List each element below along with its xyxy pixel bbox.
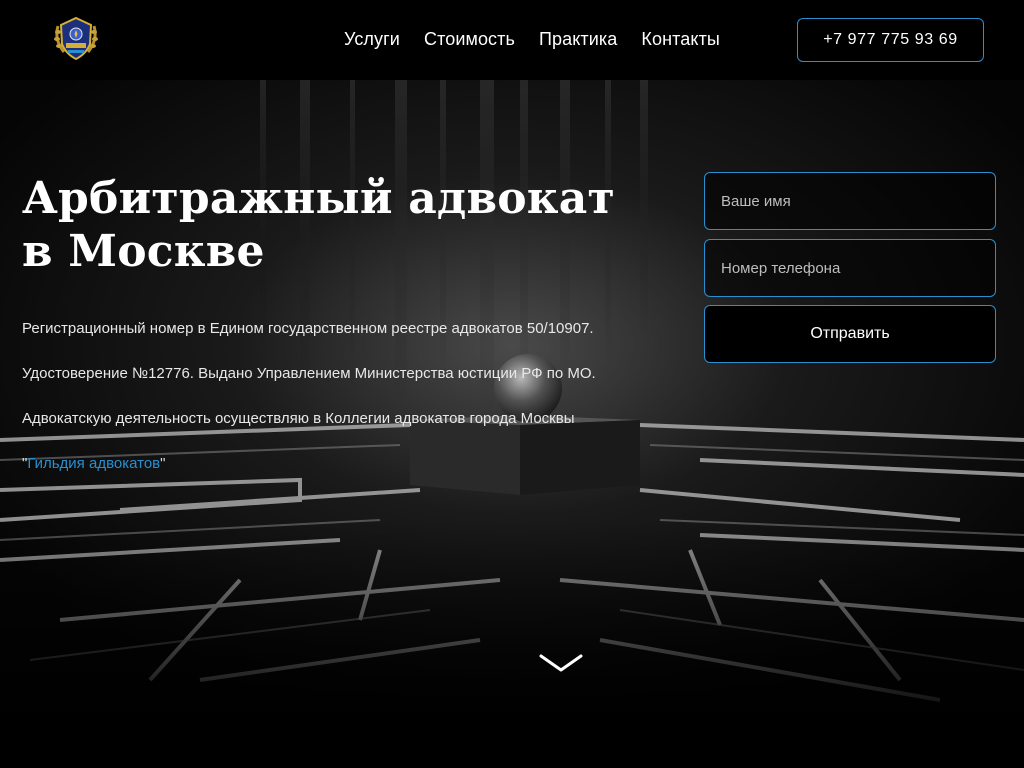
certificate-text: Удостоверение №12776. Выдано Управлением… bbox=[22, 365, 596, 382]
phone-button[interactable]: +7 977 775 93 69 bbox=[797, 18, 984, 62]
hero-section: Арбитражный адвокат в Москве Регистрацио… bbox=[0, 80, 1024, 712]
site-header: Услуги Стоимость Практика Контакты +7 97… bbox=[0, 0, 1024, 80]
law-guild-emblem-icon[interactable] bbox=[50, 14, 102, 64]
main-nav: Услуги Стоимость Практика Контакты bbox=[344, 29, 720, 50]
nav-item-services[interactable]: Услуги bbox=[344, 29, 400, 50]
registry-number-text: Регистрационный номер в Едином государст… bbox=[22, 320, 594, 337]
bar-association-text: Адвокатскую деятельность осуществляю в К… bbox=[22, 410, 575, 427]
quote-close: " bbox=[160, 455, 166, 472]
nav-item-contacts[interactable]: Контакты bbox=[641, 29, 720, 50]
submit-button[interactable]: Отправить bbox=[704, 305, 996, 363]
name-input[interactable] bbox=[704, 172, 996, 230]
chevron-down-icon[interactable] bbox=[539, 652, 583, 676]
page-title: Арбитражный адвокат в Москве bbox=[22, 173, 615, 277]
guild-link[interactable]: Гильдия адвокатов bbox=[27, 455, 160, 472]
page-bottom-strip bbox=[0, 712, 1024, 768]
nav-item-practice[interactable]: Практика bbox=[539, 29, 617, 50]
nav-item-prices[interactable]: Стоимость bbox=[424, 29, 515, 50]
phone-input[interactable] bbox=[704, 239, 996, 297]
guild-link-line: "Гильдия адвокатов" bbox=[22, 455, 165, 472]
